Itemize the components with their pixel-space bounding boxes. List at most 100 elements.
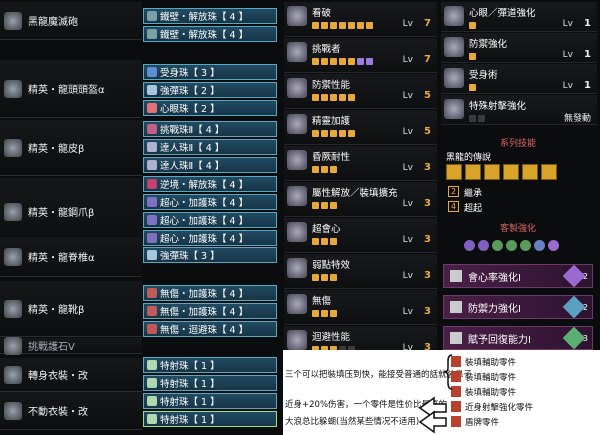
custom-augment-row[interactable]: 賦予回復能力Ⅰ 3 [443, 326, 593, 350]
decoration-slot[interactable]: 心眼珠【 2 】 [143, 100, 277, 116]
decoration-gem-icon [147, 396, 157, 406]
ammo-icon [287, 186, 307, 206]
equipment-row[interactable]: 精英・龍靴β [0, 281, 142, 337]
decoration-slot[interactable]: 特射珠【 1 】 [143, 357, 277, 373]
weakness-icon [287, 258, 307, 278]
set-bonus-label: 超起 [464, 204, 483, 214]
skill-row[interactable]: 特殊射擊強化 無發動 [441, 95, 597, 125]
skill-name: 防禦性能 [312, 80, 351, 91]
decoration-slot[interactable]: 鐵壁・解放珠【 4 】 [143, 8, 277, 24]
skill-name: 受身術 [469, 70, 498, 81]
part-label: 裝填輔助零件 [465, 373, 517, 383]
skill-row[interactable]: 心眼／彈道強化 Lv 1 [441, 2, 597, 32]
skill-row[interactable]: 挑戰者 Lv 7 [284, 38, 437, 73]
equipment-row[interactable]: 精英・龍鋼爪β [0, 178, 142, 246]
part-icon [451, 371, 461, 382]
custom-augment-row[interactable]: 防禦力強化Ⅰ 2 [443, 295, 593, 319]
skill-row[interactable]: 防禦強化 Lv 1 [441, 33, 597, 63]
decoration-slot[interactable]: 逆境・解放珠【 4 】 [143, 176, 277, 192]
decoration-slot[interactable]: 鐵壁・解放珠【 4 】 [143, 26, 277, 42]
mind-eye-icon [444, 6, 464, 26]
skill-row[interactable]: 超會心 Lv 3 [284, 218, 437, 253]
skill-row[interactable]: 屬性解放／裝填擴充 Lv 3 [284, 182, 437, 217]
skill-level-bar [469, 53, 476, 60]
skill-level: 1 [584, 80, 591, 91]
decoration-slot[interactable]: 強彈珠【 2 】 [143, 82, 277, 98]
part-icon [451, 401, 461, 412]
decoration-label: 達人珠Ⅱ【 4 】 [160, 143, 225, 154]
chest-icon [4, 138, 22, 157]
decoration-gem-icon [147, 378, 157, 388]
decoration-gem-icon [147, 324, 157, 334]
decoration-label: 特射珠【 1 】 [160, 397, 220, 408]
leg-icon [4, 299, 22, 318]
skill-row[interactable]: 昏厥耐性 Lv 3 [284, 146, 437, 181]
skill-row[interactable]: 無傷 Lv 3 [284, 290, 437, 325]
skill-level: 3 [424, 234, 431, 245]
custom-augment-row[interactable]: 會心率強化Ⅰ 2 [443, 264, 593, 288]
decoration-label: 特射珠【 1 】 [160, 415, 220, 426]
decoration-slot[interactable]: 特射珠【 1 】 [143, 375, 277, 391]
decoration-gem-icon [147, 215, 157, 225]
skill-lv-label: Lv [562, 50, 573, 60]
augment-label: 防禦力強化Ⅰ [468, 303, 521, 315]
set-piece-icon [522, 164, 538, 180]
annotation-note-3: 大浪总比躲蝴(当然某些情况不适用) [285, 417, 420, 427]
skill-row[interactable]: 弱點特效 Lv 3 [284, 254, 437, 289]
augment-gem-icon [562, 264, 586, 288]
skill-level: 7 [424, 54, 431, 65]
mantle-icon [4, 401, 22, 420]
skill-level-bar [312, 274, 337, 281]
skill-level-bar [469, 22, 476, 29]
decoration-slot[interactable]: 無傷・加護珠【 4 】 [143, 303, 277, 319]
decoration-slot[interactable]: 無傷・迴避珠【 4 】 [143, 321, 277, 337]
decoration-slot[interactable]: 挑戰珠Ⅱ【 4 】 [143, 121, 277, 137]
decoration-slot[interactable]: 超心・加護珠【 4 】 [143, 230, 277, 246]
decoration-slot[interactable]: 特射珠【 1 】 [143, 411, 277, 427]
decoration-slot[interactable]: 無傷・加護珠【 4 】 [143, 285, 277, 301]
part-label: 近身射擊強化零件 [465, 403, 534, 413]
equipment-row[interactable]: 精英・龍脊椎α [0, 237, 142, 277]
equipment-name: 黑龍魔滅砲 [28, 17, 78, 28]
part-icon [451, 356, 461, 367]
skill-row[interactable]: 防禦性能 Lv 5 [284, 74, 437, 109]
skill-lv-label: Lv [402, 235, 413, 245]
decoration-slot[interactable]: 超心・加護珠【 4 】 [143, 212, 277, 228]
skill-lv-label: Lv [562, 81, 573, 91]
skill-level: 1 [584, 49, 591, 60]
decoration-slot[interactable]: 超心・加護珠【 4 】 [143, 194, 277, 210]
skill-row[interactable]: 看破 Lv 7 [284, 2, 437, 37]
decoration-slot[interactable]: 受身珠【 3 】 [143, 64, 277, 80]
skill-level: 5 [424, 90, 431, 101]
equipment-row[interactable]: 不動衣裝・改 [0, 392, 142, 430]
skill-name: 挑戰者 [312, 44, 341, 55]
augment-gem-icon [562, 326, 586, 350]
decoration-gem-icon [147, 360, 157, 370]
equipment-row[interactable]: 挑戰護石Ⅴ [0, 336, 142, 355]
skill-level: 3 [424, 270, 431, 281]
decoration-slot[interactable]: 達人珠Ⅱ【 4 】 [143, 157, 277, 173]
decoration-slot[interactable]: 強彈珠【 3 】 [143, 247, 277, 263]
set-piece-icon [541, 164, 557, 180]
skill-row[interactable]: 精靈加護 Lv 5 [284, 110, 437, 145]
skill-name: 精靈加護 [312, 116, 351, 127]
skill-level-bar [312, 130, 355, 137]
skill-name: 防禦強化 [469, 39, 508, 50]
augment-slot-gem [506, 240, 517, 251]
skill-level-bar [312, 310, 337, 317]
equipment-row[interactable]: 精英・龍頭頭盔α [0, 60, 142, 118]
skill-name: 心眼／彈道強化 [469, 8, 536, 19]
equipment-row[interactable]: 黑龍魔滅砲 [0, 2, 142, 40]
equipment-name: 精英・龍皮β [28, 144, 85, 155]
decoration-gem-icon [147, 288, 157, 298]
equipment-row[interactable]: 轉身衣裝・改 [0, 358, 142, 392]
part-label: 盾牌零件 [465, 418, 500, 428]
augment-slot-gem [492, 240, 503, 251]
equipment-row[interactable]: 精英・龍皮β [0, 120, 142, 176]
decoration-gem-icon [147, 306, 157, 316]
skill-row[interactable]: 受身術 Lv 1 [441, 64, 597, 94]
skill-level-bar [312, 166, 337, 173]
decoration-slot[interactable]: 特射珠【 1 】 [143, 393, 277, 409]
decoration-slot[interactable]: 達人珠Ⅱ【 4 】 [143, 139, 277, 155]
shield-icon [287, 114, 307, 134]
